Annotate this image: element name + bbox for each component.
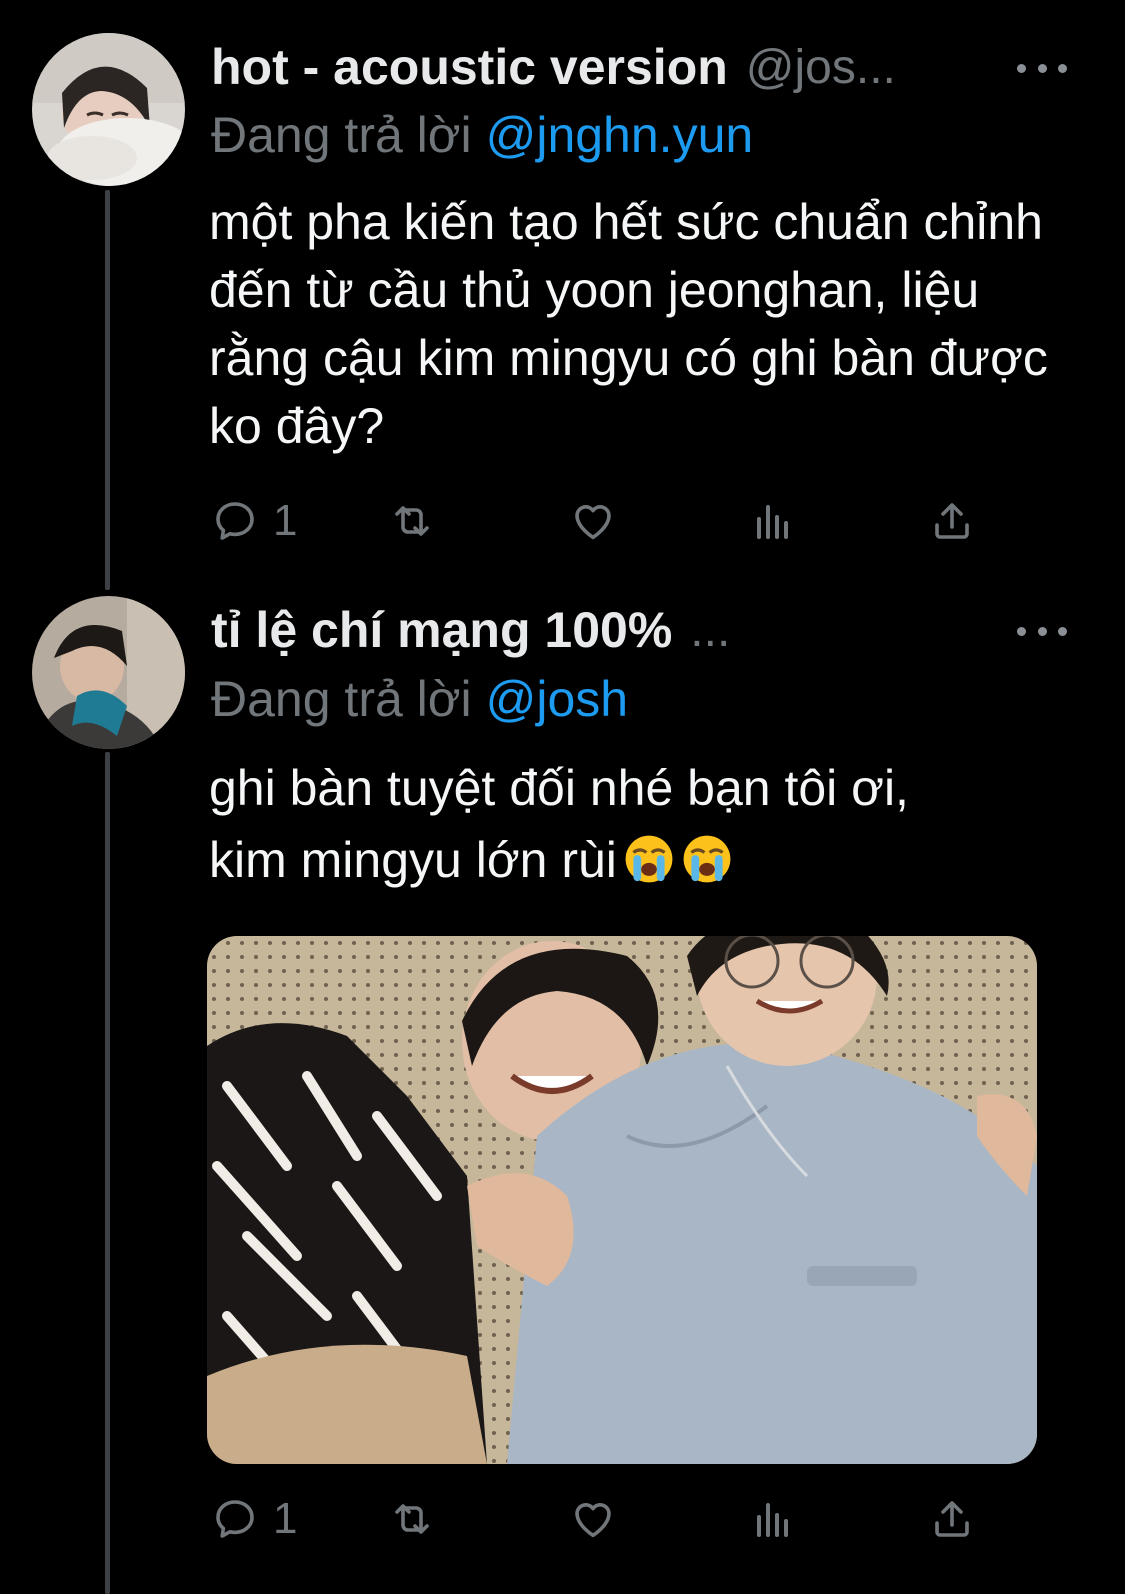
thread-line — [105, 752, 110, 1594]
replying-to: Đang trả lời @josh — [211, 670, 628, 728]
reply-count: 1 — [273, 496, 298, 545]
tweet-header: hot - acoustic version @jos... — [211, 32, 1085, 102]
more-options-icon[interactable] — [1017, 48, 1067, 88]
analytics-icon — [757, 1503, 788, 1537]
tweet-text-segment: kim mingyu lớn rùi — [209, 832, 617, 888]
reply-icon — [216, 502, 254, 540]
retweet-icon — [395, 1504, 429, 1534]
tweet-media-photo[interactable] — [207, 936, 1037, 1464]
user-handle[interactable]: @jos... — [746, 40, 896, 95]
avatar-image — [32, 33, 185, 186]
analytics-button[interactable] — [749, 491, 797, 551]
share-button[interactable] — [928, 491, 976, 551]
reply-count: 1 — [273, 1494, 298, 1543]
tweet[interactable]: hot - acoustic version @jos... Đang trả … — [0, 0, 1125, 580]
reply-button[interactable]: 1 — [211, 491, 297, 551]
like-icon — [575, 1503, 611, 1538]
display-name[interactable]: hot - acoustic version — [211, 38, 728, 96]
photo-image — [207, 936, 1037, 1464]
tweet-text-line: ghi bàn tuyệt đối nhé bạn tôi ơi, — [209, 760, 909, 816]
like-button[interactable] — [569, 491, 617, 551]
loudly-crying-face-icon — [683, 835, 731, 883]
action-bar: 1 — [211, 491, 981, 551]
retweet-icon — [395, 506, 429, 536]
retweet-button[interactable] — [388, 491, 436, 551]
replying-label: Đang trả lời — [211, 107, 472, 163]
tweet-text: ghi bàn tuyệt đối nhé bạn tôi ơi, kim mi… — [209, 752, 1089, 896]
avatar-image — [32, 596, 185, 749]
like-icon — [575, 505, 611, 540]
avatar[interactable] — [32, 596, 185, 749]
analytics-button[interactable] — [749, 1489, 797, 1549]
replying-to-handle[interactable]: @jnghn.yun — [486, 107, 754, 163]
like-button[interactable] — [569, 1489, 617, 1549]
avatar[interactable] — [32, 33, 185, 186]
tweet-text: một pha kiến tạo hết sức chuẩn chỉnh đến… — [209, 194, 1048, 454]
user-handle[interactable]: ... — [690, 603, 730, 658]
tweet-header: tỉ lệ chí mạng 100% ... — [211, 595, 1085, 665]
action-bar: 1 — [211, 1489, 981, 1549]
loudly-crying-face-icon — [625, 835, 673, 883]
display-name[interactable]: tỉ lệ chí mạng 100% — [211, 601, 672, 659]
share-icon — [935, 1501, 969, 1537]
replying-to: Đang trả lời @jnghn.yun — [211, 106, 753, 164]
analytics-icon — [757, 505, 788, 539]
replying-to-handle[interactable]: @josh — [486, 671, 628, 727]
replying-label: Đang trả lời — [211, 671, 472, 727]
share-icon — [935, 503, 969, 539]
retweet-button[interactable] — [388, 1489, 436, 1549]
tweet-text-line: kim mingyu lớn rùi — [209, 824, 1089, 896]
reply-button[interactable]: 1 — [211, 1489, 297, 1549]
share-button[interactable] — [928, 1489, 976, 1549]
more-options-icon[interactable] — [1017, 611, 1067, 651]
reply-icon — [216, 1500, 254, 1538]
